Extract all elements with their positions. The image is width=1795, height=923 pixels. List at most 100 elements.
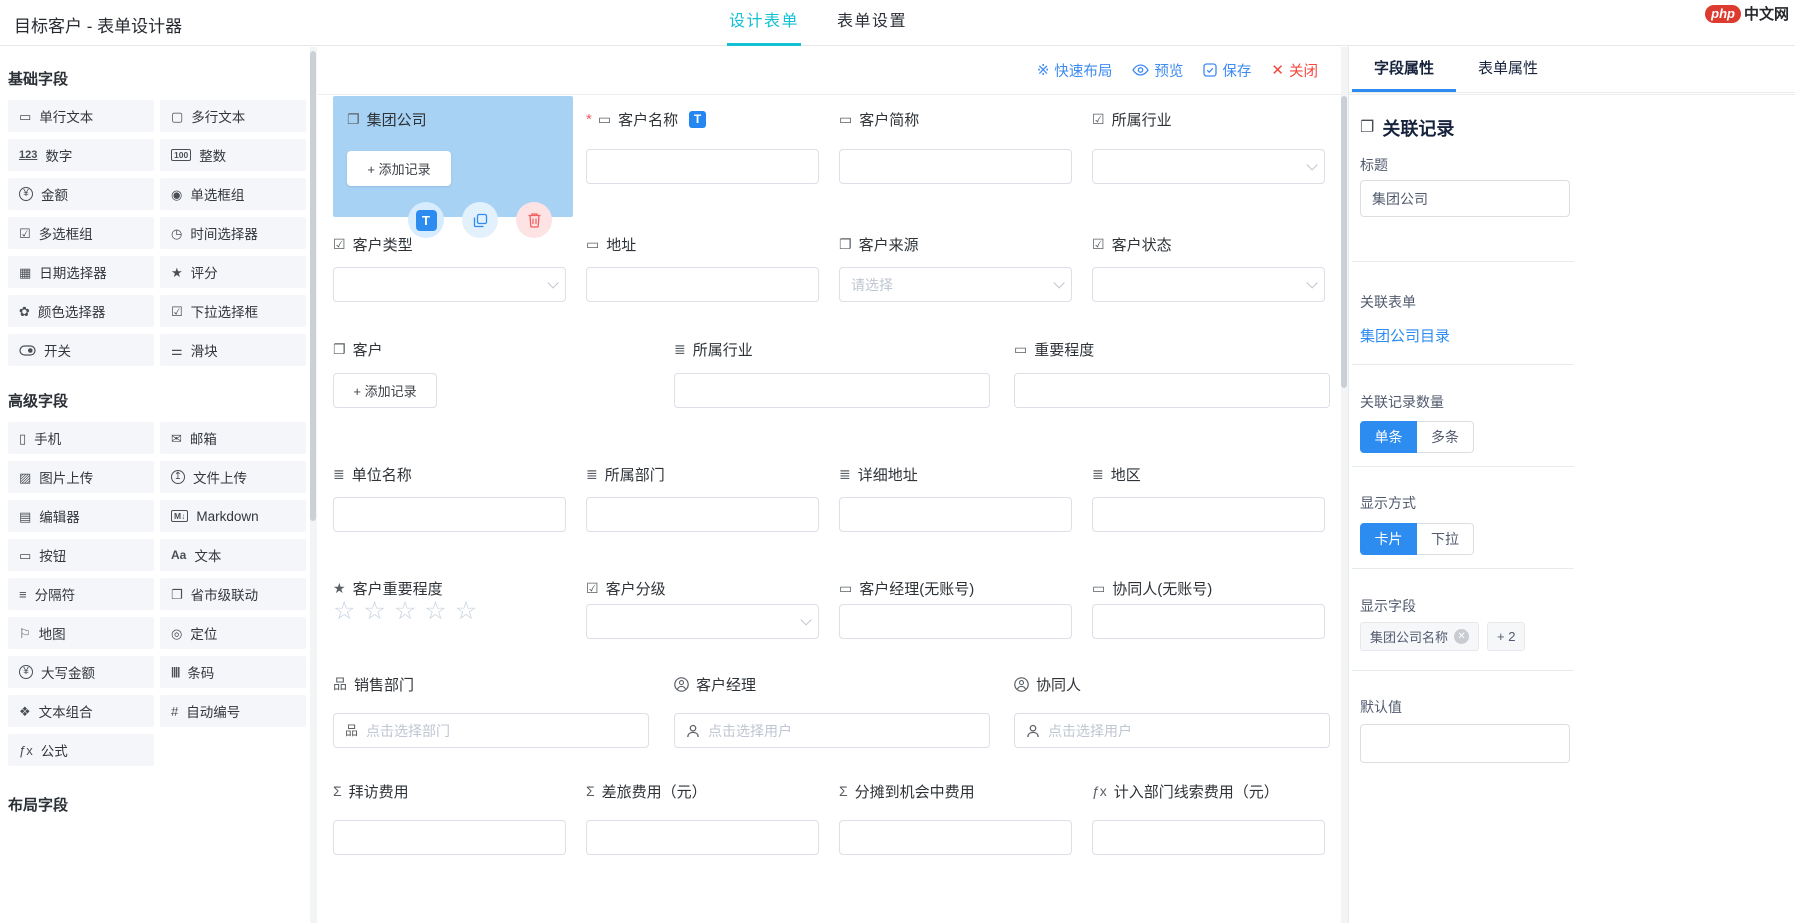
add-record-button[interactable]: + 添加记录 bbox=[333, 373, 437, 408]
palette-item-日期选择器[interactable]: ▦日期选择器 bbox=[8, 256, 154, 288]
palette-item-按钮[interactable]: ▭按钮 bbox=[8, 539, 154, 571]
display-field-chip[interactable]: + 2 bbox=[1487, 622, 1525, 651]
palette-item-自动编号[interactable]: #自动编号 bbox=[160, 695, 306, 727]
field-input-销售部门[interactable]: 品点击选择部门 bbox=[333, 713, 649, 748]
palette-item-文本[interactable]: Aa文本 bbox=[160, 539, 306, 571]
field-label-计入部门线索费用（元）[interactable]: ƒx计入部门线索费用（元） bbox=[1092, 782, 1279, 800]
field-select-所属行业[interactable] bbox=[1092, 149, 1325, 184]
palette-item-数字[interactable]: 123数字 bbox=[8, 139, 154, 171]
palette-item-评分[interactable]: ★评分 bbox=[160, 256, 306, 288]
palette-item-大写金额[interactable]: ¥大写金额 bbox=[8, 656, 154, 688]
star-icon[interactable]: ☆ bbox=[455, 596, 477, 626]
toolbar-关闭-button[interactable]: ✕关闭 bbox=[1271, 60, 1318, 81]
sidebar-scrollbar[interactable] bbox=[310, 47, 317, 923]
palette-item-地图[interactable]: ⚐地图 bbox=[8, 617, 154, 649]
chip-close-icon[interactable]: ✕ bbox=[1454, 629, 1469, 644]
toolbar-快速布局-button[interactable]: ※快速布局 bbox=[1037, 60, 1113, 81]
panel-tab-表单属性[interactable]: 表单属性 bbox=[1456, 46, 1560, 92]
field-input-分摊到机会中费用[interactable] bbox=[839, 820, 1072, 855]
field-label-客户分级[interactable]: ☑客户分级 bbox=[586, 579, 666, 597]
field-label-重要程度[interactable]: ▭重要程度 bbox=[1014, 340, 1094, 358]
toggle-option-卡片[interactable]: 卡片 bbox=[1360, 523, 1417, 555]
star-icon[interactable]: ☆ bbox=[394, 596, 416, 626]
tab-设计表单[interactable]: 设计表单 bbox=[727, 0, 801, 46]
palette-item-图片上传[interactable]: ▨图片上传 bbox=[8, 461, 154, 493]
field-label-所属行业[interactable]: ☑所属行业 bbox=[1092, 110, 1172, 128]
field-label-详细地址[interactable]: ≣详细地址 bbox=[839, 465, 918, 483]
toggle-option-下拉[interactable]: 下拉 bbox=[1417, 523, 1474, 555]
palette-item-时间选择器[interactable]: ◷时间选择器 bbox=[160, 217, 306, 249]
field-label-差旅费用（元）[interactable]: Σ差旅费用（元） bbox=[586, 782, 707, 800]
default-value-input[interactable] bbox=[1360, 724, 1570, 763]
text-style-action-button[interactable]: T bbox=[408, 202, 444, 238]
palette-item-公式[interactable]: ƒx公式 bbox=[8, 734, 154, 766]
toolbar-预览-button[interactable]: 预览 bbox=[1132, 60, 1183, 81]
palette-item-邮箱[interactable]: ✉邮箱 bbox=[160, 422, 306, 454]
field-input-客户名称[interactable] bbox=[586, 149, 819, 184]
star-icon[interactable]: ☆ bbox=[363, 596, 385, 626]
related-form-link[interactable]: 集团公司目录 bbox=[1360, 325, 1450, 346]
field-label-客户类型[interactable]: ☑客户类型 bbox=[333, 235, 413, 253]
delete-field-button[interactable] bbox=[516, 202, 552, 238]
field-label-所属部门[interactable]: ≣所属部门 bbox=[586, 465, 665, 483]
field-select-客户状态[interactable] bbox=[1092, 267, 1325, 302]
palette-item-编辑器[interactable]: ▤编辑器 bbox=[8, 500, 154, 532]
field-label-客户状态[interactable]: ☑客户状态 bbox=[1092, 235, 1172, 253]
palette-item-多选框组[interactable]: ☑多选框组 bbox=[8, 217, 154, 249]
canvas-scrollbar-thumb[interactable] bbox=[1341, 96, 1347, 388]
rating-stars[interactable]: ☆☆☆☆☆ bbox=[333, 596, 477, 626]
field-label-所属行业[interactable]: ≣所属行业 bbox=[674, 340, 753, 358]
field-input-重要程度[interactable] bbox=[1014, 373, 1330, 408]
field-input-地区[interactable] bbox=[1092, 497, 1325, 532]
palette-item-开关[interactable]: 开关 bbox=[8, 334, 154, 366]
field-input-客户经理[interactable]: 点击选择用户 bbox=[674, 713, 990, 748]
field-label-地区[interactable]: ≣地区 bbox=[1092, 465, 1141, 483]
toolbar-保存-button[interactable]: 保存 bbox=[1203, 60, 1251, 81]
copy-field-button[interactable] bbox=[462, 202, 498, 238]
field-select-客户类型[interactable] bbox=[333, 267, 566, 302]
field-label-客户经理[interactable]: 客户经理 bbox=[674, 675, 756, 693]
field-input-客户简称[interactable] bbox=[839, 149, 1072, 184]
field-label-单位名称[interactable]: ≣单位名称 bbox=[333, 465, 412, 483]
field-input-单位名称[interactable] bbox=[333, 497, 566, 532]
field-label-拜访费用[interactable]: Σ拜访费用 bbox=[333, 782, 409, 800]
panel-tab-字段属性[interactable]: 字段属性 bbox=[1352, 46, 1456, 92]
palette-item-Markdown[interactable]: M↓Markdown bbox=[160, 500, 306, 532]
field-label-客户[interactable]: ❐客户 bbox=[333, 340, 383, 358]
field-label-客户名称[interactable]: *▭客户名称T bbox=[586, 110, 706, 128]
palette-item-金额[interactable]: ¥金额 bbox=[8, 178, 154, 210]
palette-item-文件上传[interactable]: ↥文件上传 bbox=[160, 461, 306, 493]
field-input-差旅费用（元）[interactable] bbox=[586, 820, 819, 855]
display-field-chip[interactable]: 集团公司名称✕ bbox=[1360, 622, 1479, 651]
field-label-客户来源[interactable]: ❐客户来源 bbox=[839, 235, 919, 253]
field-select-客户分级[interactable] bbox=[586, 604, 819, 639]
field-input-地址[interactable] bbox=[586, 267, 819, 302]
field-input-拜访费用[interactable] bbox=[333, 820, 566, 855]
field-input-计入部门线索费用（元）[interactable] bbox=[1092, 820, 1325, 855]
field-label-协同人(无账号)[interactable]: ▭协同人(无账号) bbox=[1092, 579, 1212, 597]
field-input-所属行业[interactable] bbox=[674, 373, 990, 408]
palette-item-条码[interactable]: ||||条码 bbox=[160, 656, 306, 688]
palette-item-省市级联动[interactable]: ❐省市级联动 bbox=[160, 578, 306, 610]
star-icon[interactable]: ☆ bbox=[333, 596, 355, 626]
sidebar-scrollbar-thumb[interactable] bbox=[310, 51, 316, 521]
field-input-客户经理(无账号)[interactable] bbox=[839, 604, 1072, 639]
palette-item-手机[interactable]: ▯手机 bbox=[8, 422, 154, 454]
toggle-option-单条[interactable]: 单条 bbox=[1360, 421, 1417, 453]
palette-item-滑块[interactable]: ⚌滑块 bbox=[160, 334, 306, 366]
palette-item-定位[interactable]: ◎定位 bbox=[160, 617, 306, 649]
palette-item-单选框组[interactable]: ◉单选框组 bbox=[160, 178, 306, 210]
title-input[interactable]: 集团公司 bbox=[1360, 180, 1570, 217]
palette-item-整数[interactable]: 100整数 bbox=[160, 139, 306, 171]
field-label-协同人[interactable]: 协同人 bbox=[1014, 675, 1081, 693]
palette-item-多行文本[interactable]: ▢多行文本 bbox=[160, 100, 306, 132]
field-label-客户简称[interactable]: ▭客户简称 bbox=[839, 110, 919, 128]
tab-表单设置[interactable]: 表单设置 bbox=[835, 0, 909, 46]
field-select-客户来源[interactable]: 请选择 bbox=[839, 267, 1072, 302]
field-input-详细地址[interactable] bbox=[839, 497, 1072, 532]
field-label-集团公司[interactable]: ❐集团公司 bbox=[347, 110, 427, 128]
palette-item-文本组合[interactable]: ❖文本组合 bbox=[8, 695, 154, 727]
field-label-销售部门[interactable]: 品销售部门 bbox=[333, 675, 414, 693]
palette-item-单行文本[interactable]: ▭单行文本 bbox=[8, 100, 154, 132]
field-input-所属部门[interactable] bbox=[586, 497, 819, 532]
